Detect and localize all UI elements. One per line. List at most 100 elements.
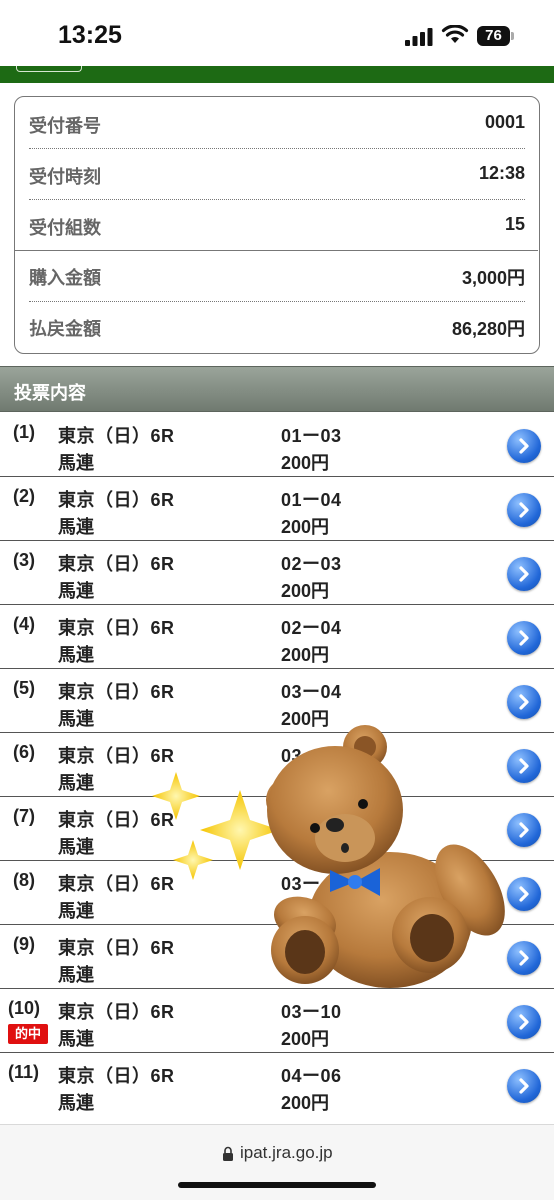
summary-label: 払戻金額 — [29, 319, 101, 339]
chevron-right-icon[interactable] — [507, 941, 541, 975]
hit-badge: 的中 — [8, 1024, 48, 1044]
receipt-number-row: 受付番号 0001 — [29, 99, 525, 149]
bet-type: 馬連 — [58, 773, 94, 793]
header-bar — [0, 66, 554, 83]
bet-race: 東京（日）6R — [58, 1066, 175, 1086]
bet-amount: 200円 — [281, 517, 330, 537]
bet-combination: 03ー06 — [281, 746, 342, 766]
dotted-divider — [29, 199, 525, 200]
bet-number: (10) — [8, 998, 41, 1018]
section-header: 投票内容 — [0, 366, 554, 412]
summary-value: 3,000円 — [461, 268, 525, 288]
wifi-icon — [441, 25, 469, 43]
chevron-right-icon[interactable] — [507, 749, 541, 783]
bet-number: (6) — [13, 742, 35, 762]
chevron-right-icon[interactable] — [507, 1069, 541, 1103]
bet-combination: 03ー10 — [281, 1002, 342, 1022]
chevron-right-icon[interactable] — [507, 429, 541, 463]
chevron-right-icon[interactable] — [507, 813, 541, 847]
summary-label: 受付時刻 — [29, 167, 101, 187]
bet-row[interactable]: (5) 東京（日）6R 馬連 03ー04 200円 — [0, 669, 554, 733]
header-tab[interactable] — [16, 66, 82, 72]
bet-row[interactable]: (4) 東京（日）6R 馬連 02ー04 200円 — [0, 605, 554, 669]
bet-row[interactable]: (11) 東京（日）6R 馬連 04ー06 200円 — [0, 1053, 554, 1117]
bet-number: (9) — [13, 934, 35, 954]
bet-combination: 03ー — [281, 874, 321, 894]
bet-amount: 200円 — [281, 453, 330, 473]
chevron-right-icon[interactable] — [507, 685, 541, 719]
home-indicator[interactable] — [178, 1182, 376, 1188]
chevron-right-icon[interactable] — [507, 1005, 541, 1039]
bet-row[interactable]: (8) 東京（日）6R 馬連 03ー 200 — [0, 861, 554, 925]
receipt-count-row: 受付組数 15 — [29, 201, 525, 251]
bet-race: 東京（日）6R — [58, 810, 175, 830]
payout-amount-row: 払戻金額 86,280円 — [29, 302, 525, 352]
bet-number: (11) — [8, 1062, 40, 1082]
bet-type: 馬連 — [58, 1029, 94, 1049]
bet-number: (8) — [13, 870, 35, 890]
bet-row[interactable]: (9) 東京（日）6R 馬連 — [0, 925, 554, 989]
bet-row[interactable]: (3) 東京（日）6R 馬連 02ー03 200円 — [0, 541, 554, 605]
bet-list: (1) 東京（日）6R 馬連 01ー03 200円 (2) 東京（日）6R 馬連… — [0, 413, 554, 1117]
summary-value: 15 — [504, 214, 525, 234]
bet-type: 馬連 — [58, 1093, 94, 1113]
dotted-divider — [29, 148, 525, 149]
receipt-time-row: 受付時刻 12:38 — [29, 150, 525, 200]
battery-level: 76 — [485, 27, 502, 44]
bet-type: 馬連 — [58, 517, 94, 537]
receipt-summary-card: 受付番号 0001 受付時刻 12:38 受付組数 15 購入金額 3,000円… — [14, 96, 540, 354]
bet-type: 馬連 — [58, 645, 94, 665]
bet-combination: 03ー04 — [281, 682, 342, 702]
bet-amount: 200円 — [281, 1029, 330, 1049]
bet-combination: 04ー06 — [281, 1066, 342, 1086]
bet-number: (7) — [13, 806, 35, 826]
bet-amount: 200円 — [281, 581, 330, 601]
bet-amount: 200円 — [281, 1093, 330, 1113]
bet-combination: 01ー03 — [281, 426, 342, 446]
chevron-right-icon[interactable] — [507, 557, 541, 591]
bet-number: (5) — [13, 678, 35, 698]
bet-race: 東京（日）6R — [58, 554, 175, 574]
bet-race: 東京（日）6R — [58, 746, 175, 766]
bet-amount: 200円 — [281, 773, 330, 793]
bet-number: (4) — [13, 614, 35, 634]
bet-race: 東京（日）6R — [58, 938, 175, 958]
bet-combination: 02ー03 — [281, 554, 342, 574]
summary-label: 受付番号 — [29, 116, 101, 136]
summary-value: 12:38 — [478, 163, 525, 183]
bet-number: (1) — [13, 422, 35, 442]
chevron-right-icon[interactable] — [507, 493, 541, 527]
bet-type: 馬連 — [58, 709, 94, 729]
browser-url[interactable]: ipat.jra.go.jp — [240, 1143, 333, 1163]
bet-amount: 200円 — [281, 645, 330, 665]
summary-value: 0001 — [484, 112, 525, 132]
bet-row[interactable]: (7) 東京（日）6R 馬連 — [0, 797, 554, 861]
bet-type: 馬連 — [58, 901, 94, 921]
bet-type: 馬連 — [58, 581, 94, 601]
bet-amount: 200 — [281, 897, 312, 917]
bet-row[interactable]: (2) 東京（日）6R 馬連 01ー04 200円 — [0, 477, 554, 541]
bet-row[interactable]: (6) 東京（日）6R 馬連 03ー06 200円 — [0, 733, 554, 797]
bet-combination: 01ー04 — [281, 490, 342, 510]
bet-race: 東京（日）6R — [58, 426, 175, 446]
bet-race: 東京（日）6R — [58, 618, 175, 638]
status-time: 13:25 — [58, 21, 122, 49]
chevron-right-icon[interactable] — [507, 621, 541, 655]
bet-number: (2) — [13, 486, 35, 506]
section-title: 投票内容 — [14, 383, 86, 403]
bet-race: 東京（日）6R — [58, 490, 175, 510]
bet-type: 馬連 — [58, 837, 94, 857]
chevron-right-icon[interactable] — [507, 877, 541, 911]
bet-number: (3) — [13, 550, 35, 570]
bet-race: 東京（日）6R — [58, 874, 175, 894]
purchase-amount-row: 購入金額 3,000円 — [29, 251, 525, 301]
bet-amount: 200円 — [281, 709, 330, 729]
lock-icon — [223, 1146, 233, 1161]
signal-icon — [405, 28, 433, 46]
bet-row[interactable]: (1) 東京（日）6R 馬連 01ー03 200円 — [0, 413, 554, 477]
bet-row-hit[interactable]: (10) 的中 東京（日）6R 馬連 03ー10 200円 — [0, 989, 554, 1053]
summary-label: 購入金額 — [29, 268, 101, 288]
status-bar: 13:25 76 — [0, 0, 554, 66]
bet-type: 馬連 — [58, 453, 94, 473]
bet-type: 馬連 — [58, 965, 94, 985]
